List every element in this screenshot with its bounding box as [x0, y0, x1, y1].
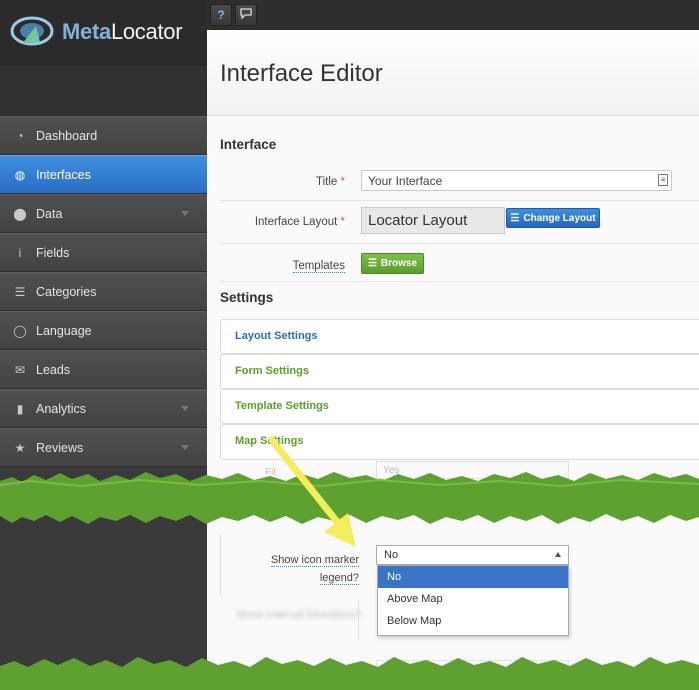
brand-header[interactable]: MetaLocator — [0, 0, 207, 64]
chevron-down-icon — [181, 445, 189, 450]
legend-label-line2: legend? — [319, 572, 359, 585]
sidebar-item-data[interactable]: ⬤ Data — [0, 194, 207, 233]
accordion-form-settings[interactable]: Form Settings — [220, 354, 699, 389]
sidebar-item-categories[interactable]: ☰ Categories — [0, 272, 207, 311]
browse-label: Browse — [380, 258, 418, 269]
sidebar-item-label: Data — [36, 206, 63, 221]
sidebar-item-language[interactable]: ◯ Language — [0, 311, 207, 350]
page-title: Interface Editor — [220, 60, 383, 87]
sidebar-nav: ◔ Dashboard ◍ Interfaces ⬤ Data i Fields ☰ Catego… — [0, 116, 207, 467]
input-list-icon[interactable]: ≡ — [658, 174, 668, 186]
help-button[interactable]: ? — [210, 4, 232, 26]
templates-label[interactable]: Templates — [292, 260, 345, 273]
chevron-down-icon — [181, 406, 189, 411]
interface-layout-field: Locator Layout — [361, 207, 505, 234]
sidebar-item-label: Categories — [36, 284, 97, 299]
logo-icon — [10, 12, 56, 52]
settings-section-header: Settings — [220, 282, 699, 319]
legend-label-line1: Show icon marker — [270, 554, 359, 567]
required-marker: * — [340, 216, 345, 228]
star-icon: ★ — [14, 440, 26, 455]
list-icon: ☰ — [510, 212, 520, 224]
change-layout-label: Change Layout — [523, 212, 596, 224]
legend-option[interactable]: Below Map — [378, 610, 568, 632]
settings-heading: Settings — [220, 290, 274, 305]
accordion-label: Template Settings — [235, 400, 329, 412]
sidebar-item-reviews[interactable]: ★ Reviews — [0, 428, 207, 467]
bar-chart-icon: ▮ — [16, 401, 24, 416]
legend-option[interactable]: No — [378, 566, 568, 588]
brand-name-part1: Meta — [62, 19, 111, 44]
envelope-icon: ✉ — [14, 362, 26, 377]
accordion-layout-settings[interactable]: Layout Settings — [220, 319, 699, 354]
accordion-label: Form Settings — [235, 365, 309, 377]
layers-icon: ☰ — [14, 284, 26, 299]
sidebar-item-label: Analytics — [36, 401, 87, 416]
sidebar-item-label: Reviews — [36, 440, 84, 455]
accordion-label: Layout Settings — [235, 330, 318, 342]
legend-dropdown: No Above Map Below Map — [377, 565, 569, 636]
templates-row: Templates ☰ Browse — [220, 244, 699, 282]
legend-option[interactable]: Above Map — [378, 588, 568, 610]
dashboard-icon: ◔ — [16, 128, 24, 143]
sidebar-item-analytics[interactable]: ▮ Analytics — [0, 389, 207, 428]
title-input[interactable]: Your Interface — [361, 170, 672, 191]
sidebar-item-label: Interfaces — [36, 167, 91, 182]
interface-layout-label-text: Interface Layout — [254, 216, 338, 228]
torn-edge-overlay-bottom — [0, 657, 699, 690]
caret-up-icon — [555, 552, 561, 557]
help-icon: ? — [217, 8, 225, 22]
legend-select[interactable]: No — [376, 545, 569, 565]
interface-layout-row: Interface Layout * Locator Layout ☰ Chang… — [220, 201, 699, 244]
sidebar-item-label: Leads — [36, 362, 71, 377]
title-label: Title * — [316, 176, 345, 188]
globe-icon: ◍ — [14, 167, 26, 182]
accordion-template-settings[interactable]: Template Settings — [220, 389, 699, 424]
sidebar-item-fields[interactable]: i Fields — [0, 233, 207, 272]
sidebar-item-label: Dashboard — [36, 128, 98, 143]
map-pin-icon: ⬤ — [13, 206, 27, 221]
chat-button[interactable] — [235, 4, 257, 26]
sidebar-spacer — [0, 64, 207, 116]
blurred-label: Show Internal Directions? — [236, 609, 362, 621]
sidebar: MetaLocator ◔ Dashboard ◍ Interfaces ⬤ Data i F… — [0, 0, 207, 690]
change-layout-button[interactable]: ☰ Change Layout — [506, 208, 600, 228]
sidebar-item-label: Language — [36, 323, 92, 338]
list-icon: ☰ — [367, 258, 377, 269]
title-label-text: Title — [316, 176, 338, 188]
interface-heading: Interface — [220, 137, 277, 152]
sidebar-item-interfaces[interactable]: ◍ Interfaces — [0, 155, 207, 194]
interface-section-header: Interface — [220, 116, 699, 163]
top-toolbar: ? — [207, 0, 699, 30]
torn-edge-overlay — [0, 472, 699, 524]
page-header: Interface Editor — [207, 30, 699, 116]
interface-layout-label: Interface Layout * — [255, 216, 345, 228]
browse-button[interactable]: ☰ Browse — [361, 253, 424, 274]
required-marker: * — [340, 176, 345, 188]
title-row: Title * Your Interface ≡ — [220, 163, 699, 201]
sidebar-item-leads[interactable]: ✉ Leads — [0, 350, 207, 389]
brand-name: MetaLocator — [62, 19, 183, 45]
sidebar-item-label: Fields — [36, 245, 70, 260]
brand-name-part2: Locator — [110, 19, 183, 44]
speech-bubble-icon: ◯ — [13, 323, 27, 338]
accordion-map-settings[interactable]: Map Settings — [220, 424, 699, 460]
accordion-label: Map Settings — [235, 435, 304, 447]
sidebar-item-dashboard[interactable]: ◔ Dashboard — [0, 116, 207, 155]
info-icon: i — [18, 245, 22, 260]
chevron-down-icon — [181, 211, 189, 216]
legend-select-value: No — [384, 549, 399, 561]
chat-icon — [240, 8, 252, 22]
legend-label: Show icon marker legend? — [270, 551, 359, 587]
